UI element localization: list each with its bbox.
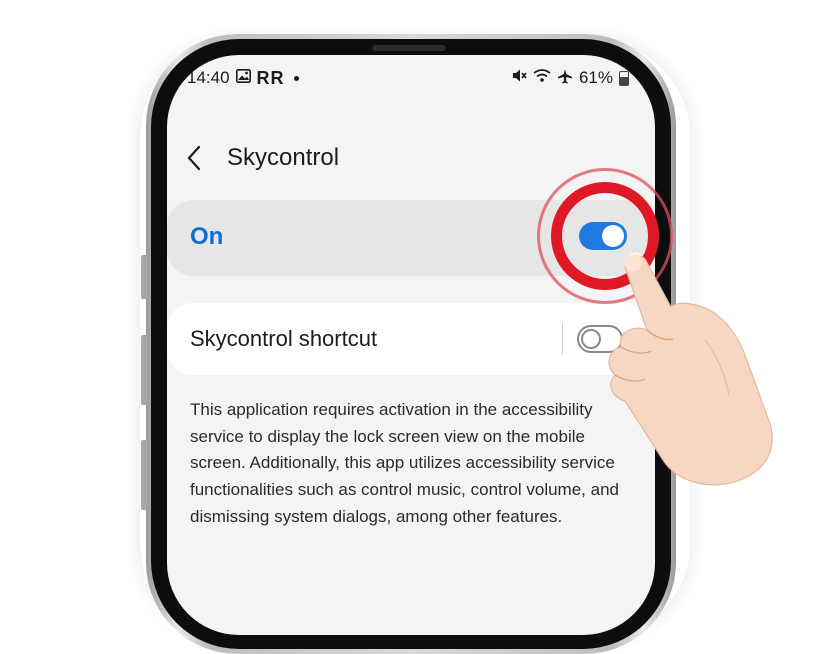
pointing-hand-icon [608,252,773,486]
battery-percent: 61% [578,68,613,87]
shortcut-row[interactable]: Skycontrol shortcut [167,303,655,375]
volume-up-button [141,255,147,299]
master-switch-label: On [190,223,224,250]
image-icon [235,68,251,88]
app-header: Skycontrol [187,141,339,175]
status-app-label: RR [256,67,285,88]
speaker-grille [372,45,446,51]
phone-screen: 14:40 RR 61% Skycontrol On Skycontrol sh… [167,55,655,635]
wifi-icon [533,68,551,88]
page-title: Skycontrol [227,144,340,171]
chevron-left-icon[interactable] [187,145,201,171]
divider [562,323,563,355]
notification-dot [293,75,299,81]
airplane-icon [557,68,573,89]
shortcut-label: Skycontrol shortcut [190,326,378,351]
description-text: This application requires activation in … [190,400,619,526]
status-bar: 14:40 RR 61% [187,67,629,89]
mute-icon [511,68,527,88]
battery-icon [619,70,629,86]
volume-down-button [141,335,147,405]
status-time: 14:40 [187,68,230,87]
side-button [141,440,147,510]
